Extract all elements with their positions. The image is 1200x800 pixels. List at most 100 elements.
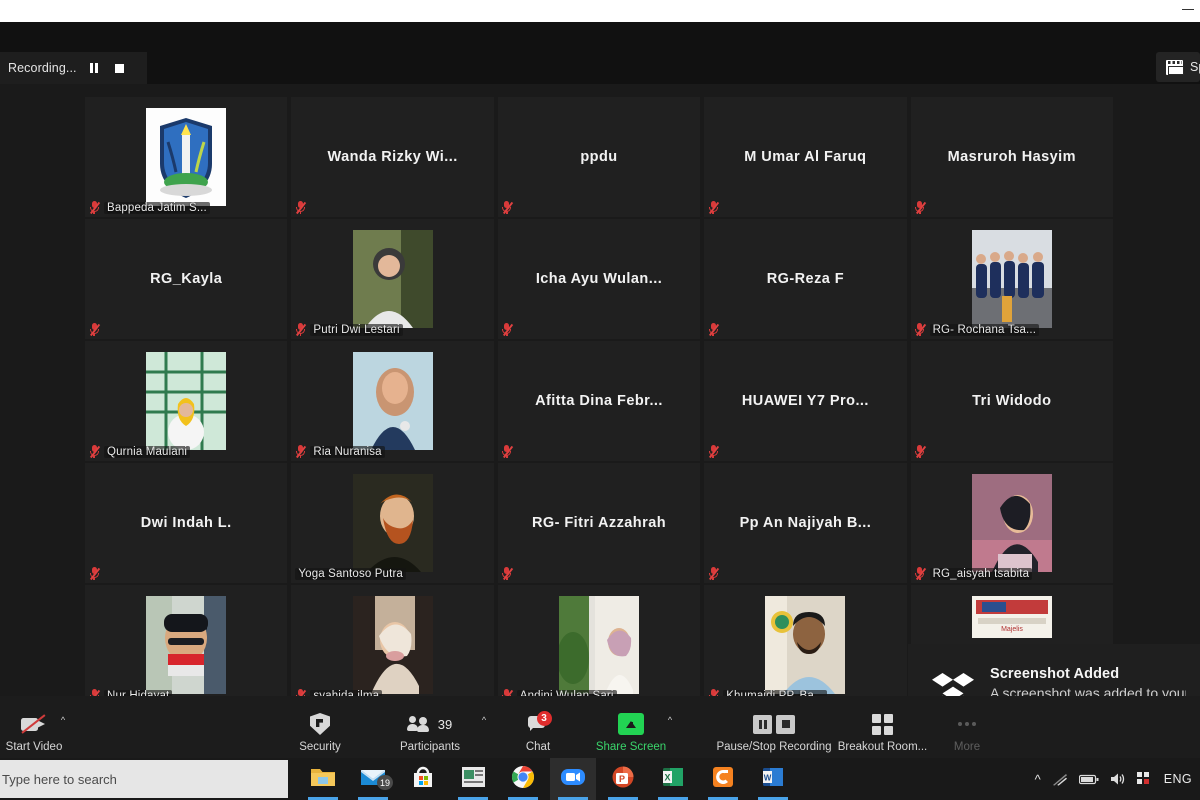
participant-tile[interactable]: RG- Rochana Tsa...	[911, 219, 1113, 339]
more-label: More	[954, 741, 980, 753]
share-options-chevron-up-icon[interactable]: ^	[664, 714, 676, 726]
mic-muted-icon	[708, 445, 718, 458]
participant-tile[interactable]: Putri Dwi Lestari	[291, 219, 493, 339]
participant-tile[interactable]: Khumaidi PP. Ba...	[704, 585, 906, 705]
participant-name: Putri Dwi Lestari	[310, 324, 402, 336]
svg-text:P: P	[619, 774, 625, 784]
chat-icon: 3	[528, 711, 549, 737]
participant-tile[interactable]: Bappeda Jatim S...	[85, 97, 287, 217]
taskbar-powerpoint-button[interactable]: P	[600, 758, 646, 800]
volume-icon[interactable]	[1110, 772, 1126, 786]
participant-footer: Qurnia Maulani	[89, 445, 190, 458]
participant-name: ppdu	[574, 149, 623, 165]
participant-avatar	[146, 596, 226, 694]
chat-label: Chat	[526, 741, 550, 753]
wifi-icon[interactable]	[1052, 773, 1068, 786]
participant-tile[interactable]: RG_Kayla	[85, 219, 287, 339]
participant-tile[interactable]: Masruroh Hasyim	[911, 97, 1113, 217]
participant-tile[interactable]: syahida ilma	[291, 585, 493, 705]
participant-tile[interactable]: Andini Wulan Sari	[498, 585, 700, 705]
taskbar-idm-button[interactable]	[700, 758, 746, 800]
participant-tile[interactable]: Dwi Indah L.	[85, 463, 287, 583]
participant-tile[interactable]: RG- Fitri Azzahrah	[498, 463, 700, 583]
notification-icon[interactable]	[1137, 772, 1153, 786]
participant-name: Ria Nuranisa	[310, 446, 384, 458]
taskbar-zoom-button[interactable]	[550, 758, 596, 800]
recording-label: Recording...	[8, 61, 77, 75]
mic-muted-icon	[295, 201, 305, 214]
pause-icon[interactable]	[753, 715, 772, 734]
participant-name: RG- Rochana Tsa...	[930, 324, 1039, 336]
participant-avatar	[146, 108, 226, 206]
chat-button[interactable]: 3 Chat	[492, 711, 584, 753]
taskbar-microsoft-store-button[interactable]	[400, 758, 446, 800]
participant-name: HUAWEI Y7 Pro...	[736, 393, 875, 409]
participant-name: Icha Ayu Wulan...	[530, 271, 668, 287]
participant-avatar	[972, 230, 1052, 328]
taskbar-news-button[interactable]	[450, 758, 496, 800]
chevron-up-icon[interactable]: ^	[1035, 772, 1041, 787]
participant-tile[interactable]: RG-Reza F	[704, 219, 906, 339]
start-video-label: Start Video	[6, 741, 63, 753]
breakout-rooms-icon	[872, 711, 893, 737]
share-screen-label: Share Screen	[596, 741, 666, 753]
participant-tile[interactable]: Nur Hidayat	[85, 585, 287, 705]
participant-tile[interactable]: Qurnia Maulani	[85, 341, 287, 461]
mic-muted-icon	[915, 323, 925, 336]
taskbar-google-chrome-button[interactable]	[500, 758, 546, 800]
mic-muted-icon	[708, 323, 718, 336]
participant-tile[interactable]: Afitta Dina Febr...	[498, 341, 700, 461]
speaker-view-button[interactable]: Speaker View	[1156, 52, 1200, 82]
participant-avatar	[353, 230, 433, 328]
video-options-chevron-up-icon[interactable]: ^	[57, 714, 69, 726]
participant-name: Yoga Santoso Putra	[295, 568, 406, 580]
participant-tile[interactable]: Yoga Santoso Putra	[291, 463, 493, 583]
pause-stop-recording-button[interactable]: Pause/Stop Recording	[706, 711, 842, 753]
toast-title: Screenshot Added	[990, 666, 1186, 682]
battery-icon[interactable]	[1079, 774, 1099, 785]
participant-tile[interactable]: ppdu	[498, 97, 700, 217]
participant-tile[interactable]: Icha Ayu Wulan...	[498, 219, 700, 339]
news-icon	[461, 766, 486, 793]
language-indicator[interactable]: ENG	[1164, 772, 1192, 786]
breakout-rooms-button[interactable]: Breakout Room...	[830, 711, 935, 753]
mic-muted-icon	[708, 201, 718, 214]
stop-recording-icon[interactable]	[112, 61, 127, 76]
participant-footer: Putri Dwi Lestari	[295, 323, 402, 336]
participant-name: Wanda Rizky Wi...	[321, 149, 463, 165]
participant-tile[interactable]: Ria Nuranisa	[291, 341, 493, 461]
participant-name: Qurnia Maulani	[104, 446, 190, 458]
taskbar-badge: 19	[377, 775, 393, 790]
participant-tile[interactable]: RG_aisyah tsabita	[911, 463, 1113, 583]
speaker-view-icon	[1166, 60, 1183, 75]
svg-text:X: X	[664, 772, 670, 782]
stop-icon[interactable]	[776, 715, 795, 734]
participant-name: Afitta Dina Febr...	[529, 393, 669, 409]
participants-icon: 39	[408, 711, 452, 737]
taskbar-mail-button[interactable]: 19	[350, 758, 396, 800]
participant-name: Pp An Najiyah B...	[734, 515, 878, 531]
taskbar-word-button[interactable]: W	[750, 758, 796, 800]
participant-tile[interactable]: M Umar Al Faruq	[704, 97, 906, 217]
meeting-top-bar: Recording... Speaker View	[0, 22, 1200, 84]
more-button[interactable]: More	[932, 711, 1002, 753]
pause-recording-icon[interactable]	[87, 61, 102, 76]
mic-muted-icon	[89, 201, 99, 214]
participant-tile[interactable]: Tri Widodo	[911, 341, 1113, 461]
security-button[interactable]: Security	[274, 711, 366, 753]
participant-footer	[915, 201, 925, 214]
recording-indicator: Recording...	[0, 52, 147, 84]
minimize-icon[interactable]	[1182, 9, 1194, 10]
participant-tile[interactable]: HUAWEI Y7 Pro...	[704, 341, 906, 461]
google-chrome-icon	[511, 765, 535, 794]
participant-avatar	[765, 596, 845, 694]
participants-chevron-up-icon[interactable]: ^	[478, 714, 490, 726]
taskbar-file-explorer-button[interactable]	[300, 758, 346, 800]
participants-button[interactable]: 39 Participants	[384, 711, 476, 753]
participant-gallery: Bappeda Jatim S... Wanda Rizky Wi... ppdu M…	[85, 97, 1113, 697]
search-input[interactable]: Type here to search	[0, 760, 288, 798]
zoom-app: Recording... Speaker View Bappeda Jatim …	[0, 22, 1200, 758]
participant-tile[interactable]: Wanda Rizky Wi...	[291, 97, 493, 217]
participant-tile[interactable]: Pp An Najiyah B...	[704, 463, 906, 583]
taskbar-excel-button[interactable]: X	[650, 758, 696, 800]
